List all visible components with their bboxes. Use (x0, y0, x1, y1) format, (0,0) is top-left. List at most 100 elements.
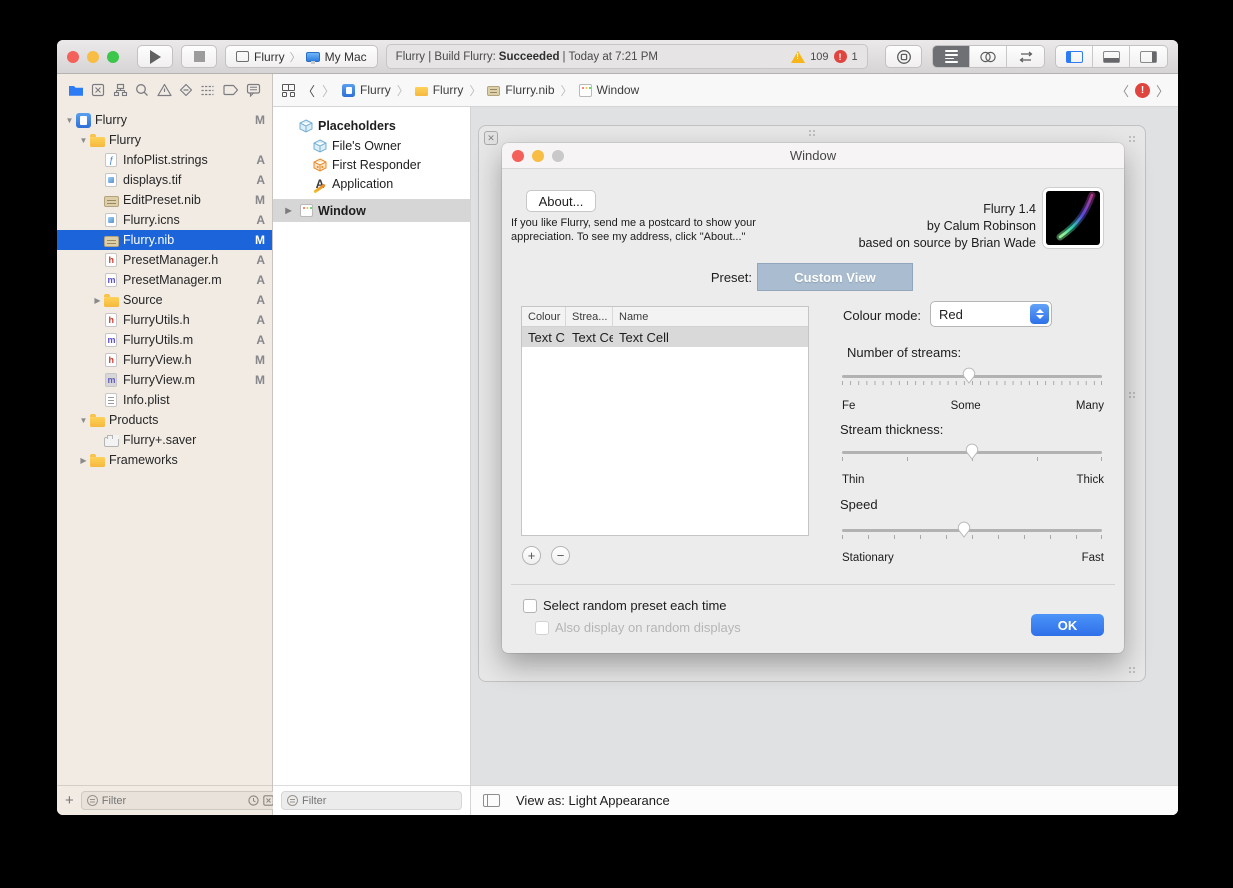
file-row[interactable]: Flurry.nib M (57, 230, 272, 250)
navigator-filter-field[interactable] (80, 791, 280, 810)
next-issue-button[interactable]: 〉 (1156, 81, 1169, 100)
standard-editor-button[interactable] (933, 46, 970, 67)
issue-navigator-icon[interactable] (156, 83, 172, 97)
report-navigator-icon[interactable] (246, 83, 261, 97)
thickness-slider[interactable] (842, 441, 1102, 467)
error-count[interactable]: 1 (852, 51, 858, 63)
minimize-button[interactable] (532, 150, 544, 162)
disclosure-triangle[interactable]: ▶ (77, 456, 90, 465)
file-row[interactable]: EditPreset.nib M (57, 190, 272, 210)
breakpoint-navigator-icon[interactable] (223, 84, 239, 96)
crumb-group[interactable]: Flurry (433, 83, 464, 97)
column-header[interactable]: Strea... (566, 307, 613, 326)
error-icon[interactable]: ! (833, 50, 847, 63)
dock-filter-field[interactable] (281, 791, 462, 810)
resize-handle[interactable] (1129, 392, 1131, 394)
file-row[interactable]: FlurryUtils.h A (57, 310, 272, 330)
dock-filter-input[interactable] (302, 794, 456, 807)
file-row[interactable]: FlurryUtils.m A (57, 330, 272, 350)
search-navigator-icon[interactable] (135, 83, 149, 97)
flurry-image-well[interactable] (1042, 187, 1104, 249)
colour-mode-popup[interactable]: Red (930, 301, 1052, 327)
zoom-button[interactable] (107, 50, 119, 63)
warning-icon[interactable] (791, 50, 806, 63)
debug-navigator-icon[interactable] (200, 84, 215, 97)
navigator-filter-input[interactable] (101, 794, 244, 807)
column-header[interactable]: Colour (522, 307, 566, 326)
file-row[interactable]: ▼ Products (57, 410, 272, 430)
stop-button[interactable] (181, 45, 217, 68)
warning-count[interactable]: 109 (810, 51, 828, 63)
recent-files-icon[interactable] (248, 795, 259, 806)
crumb-object[interactable]: Window (597, 83, 640, 97)
scheme-selector[interactable]: Flurry 〉 My Mac (225, 45, 378, 68)
file-row[interactable]: FlurryView.m M (57, 370, 272, 390)
view-as-label[interactable]: View as: Light Appearance (516, 793, 670, 808)
resize-handle[interactable] (1129, 667, 1131, 669)
disclosure-triangle[interactable]: ▼ (77, 416, 90, 425)
version-editor-button[interactable] (1007, 46, 1044, 67)
disclosure-triangle[interactable]: ▶ (282, 206, 295, 215)
file-row[interactable]: Flurry+.saver (57, 430, 272, 450)
source-control-icon[interactable] (91, 83, 105, 97)
presets-table[interactable]: Colour Strea... Name Text C Text Ce Text… (521, 306, 809, 536)
crumb-file[interactable]: Flurry.nib (505, 83, 554, 97)
file-row[interactable]: ▼ Flurry (57, 130, 272, 150)
inspector-toggle-button[interactable] (1130, 46, 1167, 67)
preset-custom-view[interactable]: Custom View (757, 263, 913, 291)
resize-handle[interactable] (809, 130, 811, 132)
slider-thumb[interactable] (957, 520, 971, 538)
file-row[interactable]: PresetManager.h A (57, 250, 272, 270)
navigator-toggle-button[interactable] (1056, 46, 1093, 67)
checkbox-icon[interactable] (523, 598, 537, 613)
file-row[interactable]: ▶ Source A (57, 290, 272, 310)
symbol-navigator-icon[interactable] (113, 83, 128, 97)
forward-button[interactable]: 〉 (322, 81, 335, 100)
dock-item-application[interactable]: A Application (273, 174, 470, 193)
disclosure-triangle[interactable]: ▼ (77, 136, 90, 145)
file-row[interactable]: FlurryView.h M (57, 350, 272, 370)
dock-item-first-responder[interactable]: First Responder (273, 155, 470, 174)
assistant-editor-button[interactable] (970, 46, 1007, 67)
file-row[interactable]: Info.plist (57, 390, 272, 410)
ok-button[interactable]: OK (1031, 614, 1104, 636)
speed-slider[interactable] (842, 519, 1102, 545)
project-navigator-icon[interactable] (68, 84, 84, 97)
designed-window-titlebar[interactable]: Window (502, 143, 1124, 169)
window-frame-wrapper[interactable]: ✕ Window About... If you like Flurry, se… (478, 125, 1146, 682)
add-preset-button[interactable]: + (522, 546, 541, 565)
run-button[interactable] (137, 45, 173, 68)
random-preset-checkbox[interactable]: Select random preset each time (523, 598, 727, 613)
about-button[interactable]: About... (526, 190, 596, 212)
previous-issue-button[interactable]: 〈 (1116, 81, 1129, 100)
resize-handle[interactable] (1129, 136, 1131, 138)
slider-thumb[interactable] (962, 366, 976, 384)
table-row[interactable]: Text C Text Ce Text Cell (522, 327, 808, 347)
test-navigator-icon[interactable] (179, 83, 193, 97)
file-row[interactable]: InfoPlist.strings A (57, 150, 272, 170)
dock-item-window[interactable]: ▶ Window (273, 199, 470, 222)
debug-area-toggle-button[interactable] (1093, 46, 1130, 67)
designed-window[interactable]: Window About... If you like Flurry, send… (502, 143, 1124, 653)
back-button[interactable]: 〈 (302, 81, 315, 100)
library-button[interactable] (885, 45, 922, 68)
error-badge-icon[interactable]: ! (1134, 82, 1150, 98)
file-row[interactable]: Flurry.icns A (57, 210, 272, 230)
minimize-button[interactable] (87, 50, 99, 63)
file-row[interactable]: ▼ Flurry M (57, 110, 272, 130)
related-items-icon[interactable] (282, 83, 295, 97)
slider-thumb[interactable] (965, 442, 979, 460)
close-button[interactable] (67, 50, 79, 63)
crumb-project[interactable]: Flurry (360, 83, 391, 97)
close-button[interactable] (512, 150, 524, 162)
file-row[interactable]: PresetManager.m A (57, 270, 272, 290)
disclosure-triangle[interactable]: ▶ (91, 296, 104, 305)
file-row[interactable]: ▶ Frameworks (57, 450, 272, 470)
remove-preset-button[interactable]: − (551, 546, 570, 565)
streams-slider[interactable] (842, 365, 1102, 391)
add-file-button[interactable]: + (65, 793, 74, 808)
file-row[interactable]: displays.tif A (57, 170, 272, 190)
dock-item-files-owner[interactable]: File's Owner (273, 136, 470, 155)
disclosure-triangle[interactable]: ▼ (63, 116, 76, 125)
column-header[interactable]: Name (613, 307, 808, 326)
